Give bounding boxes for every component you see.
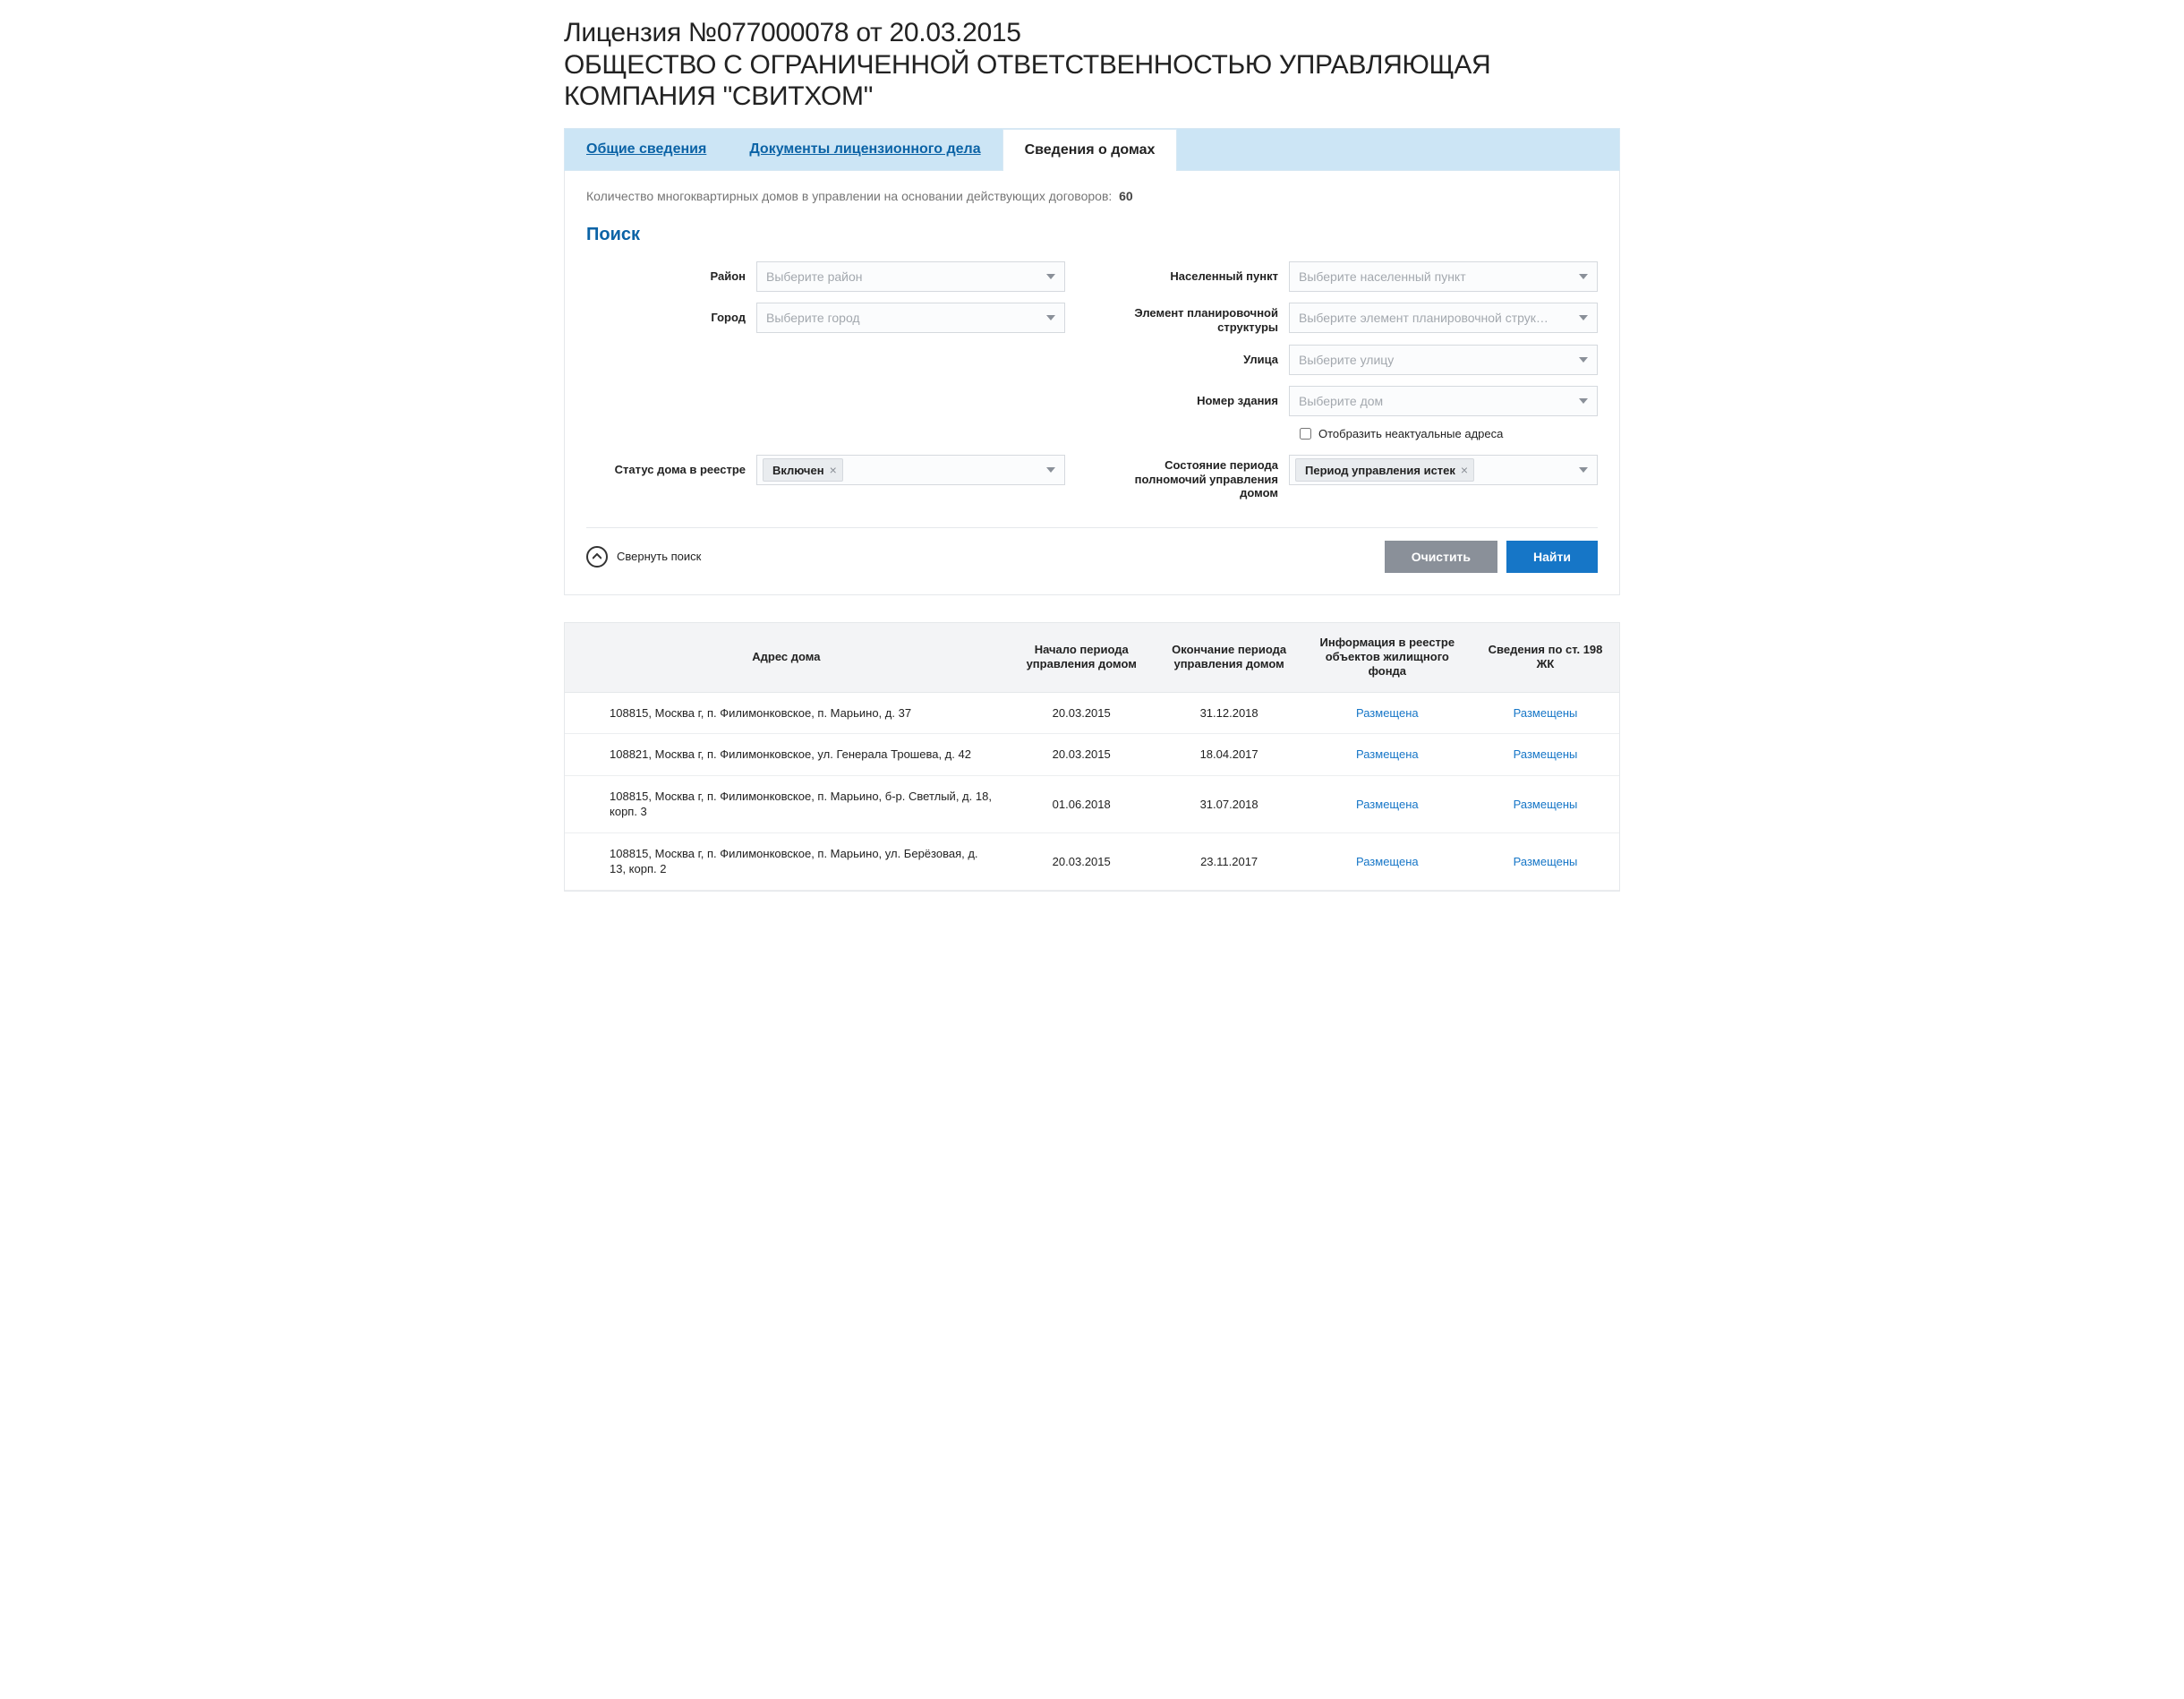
chevron-down-icon — [1579, 274, 1588, 279]
link-registry-info[interactable]: Размещена — [1356, 855, 1419, 868]
select-city[interactable]: Выберите город — [756, 303, 1065, 333]
chevron-up-icon — [586, 546, 608, 568]
tab-general[interactable]: Общие сведения — [565, 129, 728, 170]
cell-address: 108815, Москва г, п. Филимонковское, п. … — [565, 692, 1008, 734]
chevron-down-icon — [1046, 274, 1055, 279]
select-planning-element[interactable]: Выберите элемент планировочной струк… — [1289, 303, 1598, 333]
chevron-down-icon — [1579, 467, 1588, 473]
label-period-state: Состояние периода полномочий управления … — [1119, 455, 1289, 500]
label-street: Улица — [1119, 353, 1289, 367]
house-count-line: Количество многоквартирных домов в управ… — [586, 189, 1598, 203]
chevron-down-icon — [1046, 467, 1055, 473]
link-art198[interactable]: Размещены — [1514, 706, 1578, 720]
search-heading: Поиск — [586, 225, 1598, 245]
cell-address: 108821, Москва г, п. Филимонковское, ул.… — [565, 734, 1008, 776]
link-art198[interactable]: Размещены — [1514, 798, 1578, 811]
th-registry-info: Информация в реестре объектов жилищного … — [1303, 623, 1472, 692]
table-row: 108815, Москва г, п. Филимонковское, п. … — [565, 832, 1619, 890]
label-settlement: Населенный пункт — [1119, 269, 1289, 284]
select-city-placeholder: Выберите город — [766, 311, 860, 325]
cell-period-start: 20.03.2015 — [1008, 734, 1156, 776]
close-icon[interactable]: × — [1461, 463, 1468, 477]
label-planning-element: Элемент планировочной структуры — [1119, 303, 1289, 334]
checkbox-show-inactive-label: Отобразить неактуальные адреса — [1318, 427, 1503, 440]
link-registry-info[interactable]: Размещена — [1356, 706, 1419, 720]
chip-period-state[interactable]: Период управления истек × — [1295, 458, 1474, 482]
chevron-down-icon — [1579, 398, 1588, 404]
collapse-search-toggle[interactable]: Свернуть поиск — [586, 546, 701, 568]
th-period-end: Окончание периода управления домом — [1156, 623, 1303, 692]
select-planning-element-placeholder: Выберите элемент планировочной струк… — [1299, 311, 1548, 325]
select-status[interactable]: Включен × — [756, 455, 1065, 485]
house-count-value: 60 — [1119, 189, 1133, 203]
select-building-number-placeholder: Выберите дом — [1299, 394, 1383, 408]
table-row: 108815, Москва г, п. Филимонковское, п. … — [565, 775, 1619, 832]
cell-period-start: 20.03.2015 — [1008, 832, 1156, 890]
chip-status-label: Включен — [772, 464, 824, 477]
chip-status[interactable]: Включен × — [763, 458, 843, 482]
page-title-line2: ОБЩЕСТВО С ОГРАНИЧЕННОЙ ОТВЕТСТВЕННОСТЬЮ… — [564, 50, 1620, 112]
tab-bar: Общие сведения Документы лицензионного д… — [564, 128, 1620, 171]
chip-period-state-label: Период управления истек — [1305, 464, 1455, 477]
label-status: Статус дома в реестре — [586, 463, 756, 477]
link-art198[interactable]: Размещены — [1514, 747, 1578, 761]
cell-period-end: 31.12.2018 — [1156, 692, 1303, 734]
page-title-line1: Лицензия №077000078 от 20.03.2015 — [564, 18, 1620, 48]
link-registry-info[interactable]: Размещена — [1356, 798, 1419, 811]
label-city: Город — [586, 311, 756, 325]
close-icon[interactable]: × — [830, 463, 837, 477]
select-street[interactable]: Выберите улицу — [1289, 345, 1598, 375]
cell-period-end: 31.07.2018 — [1156, 775, 1303, 832]
th-period-start: Начало периода управления домом — [1008, 623, 1156, 692]
chevron-down-icon — [1046, 315, 1055, 320]
table-row: 108815, Москва г, п. Филимонковское, п. … — [565, 692, 1619, 734]
select-building-number[interactable]: Выберите дом — [1289, 386, 1598, 416]
link-registry-info[interactable]: Размещена — [1356, 747, 1419, 761]
chevron-down-icon — [1579, 357, 1588, 363]
cell-period-end: 18.04.2017 — [1156, 734, 1303, 776]
select-period-state[interactable]: Период управления истек × — [1289, 455, 1598, 485]
select-district[interactable]: Выберите район — [756, 261, 1065, 292]
houses-panel: Количество многоквартирных домов в управ… — [564, 171, 1620, 595]
cell-address: 108815, Москва г, п. Филимонковское, п. … — [565, 832, 1008, 890]
chevron-down-icon — [1579, 315, 1588, 320]
collapse-search-label: Свернуть поиск — [617, 550, 701, 563]
select-settlement[interactable]: Выберите населенный пункт — [1289, 261, 1598, 292]
table-row: 108821, Москва г, п. Филимонковское, ул.… — [565, 734, 1619, 776]
link-art198[interactable]: Размещены — [1514, 855, 1578, 868]
tab-documents[interactable]: Документы лицензионного дела — [728, 129, 1002, 170]
houses-table: Адрес дома Начало периода управления дом… — [564, 622, 1620, 892]
find-button[interactable]: Найти — [1506, 541, 1598, 573]
th-art198: Сведения по ст. 198 ЖК — [1472, 623, 1619, 692]
cell-period-start: 20.03.2015 — [1008, 692, 1156, 734]
select-street-placeholder: Выберите улицу — [1299, 353, 1394, 367]
label-district: Район — [586, 269, 756, 284]
th-address: Адрес дома — [565, 623, 1008, 692]
house-count-label: Количество многоквартирных домов в управ… — [586, 189, 1112, 203]
cell-address: 108815, Москва г, п. Филимонковское, п. … — [565, 775, 1008, 832]
checkbox-show-inactive[interactable] — [1300, 428, 1311, 440]
select-district-placeholder: Выберите район — [766, 269, 863, 284]
clear-button[interactable]: Очистить — [1385, 541, 1497, 573]
tab-houses[interactable]: Сведения о домах — [1002, 129, 1178, 171]
cell-period-end: 23.11.2017 — [1156, 832, 1303, 890]
cell-period-start: 01.06.2018 — [1008, 775, 1156, 832]
label-building-number: Номер здания — [1119, 394, 1289, 408]
select-settlement-placeholder: Выберите населенный пункт — [1299, 269, 1466, 284]
